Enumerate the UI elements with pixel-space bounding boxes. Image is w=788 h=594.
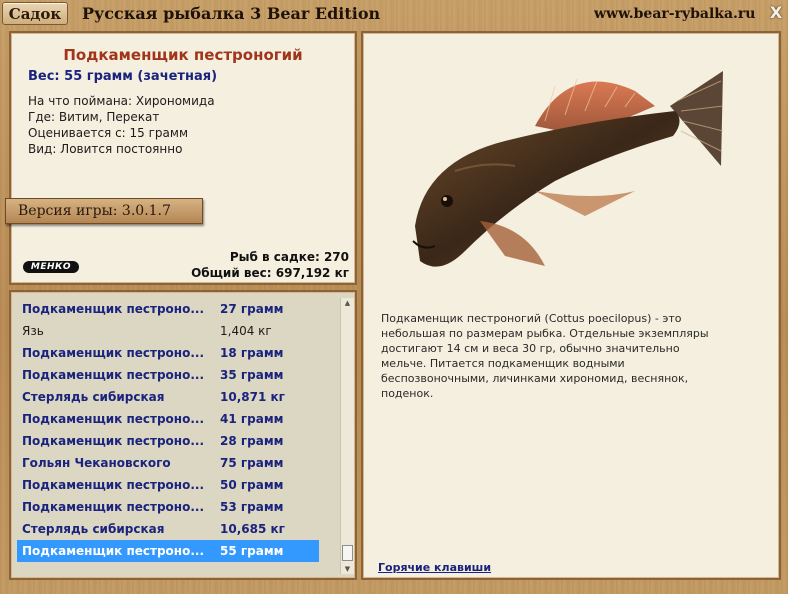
scroll-up-icon[interactable]: ▲	[341, 298, 354, 308]
fish-list-row[interactable]: Подкаменщик пестроно... 50 грамм	[17, 474, 319, 496]
fish-list-row[interactable]: Подкаменщик пестроно... 55 грамм	[17, 540, 319, 562]
hotkeys-link[interactable]: Горячие клавиши	[378, 561, 491, 574]
fish-list-weight: 35 грамм	[220, 368, 284, 382]
fish-list-weight: 1,404 кг	[220, 324, 272, 338]
site-url-link[interactable]: www.bear-rybalka.ru	[594, 6, 755, 22]
fish-list-name: Подкаменщик пестроно...	[22, 544, 204, 558]
fish-list-row[interactable]: Подкаменщик пестроно... 27 грамм	[17, 298, 319, 320]
fish-list-name: Гольян Чекановского	[22, 456, 171, 470]
keepnet-stats: Рыб в садке: 270 Общий вес: 697,192 кг	[191, 249, 349, 281]
fish-list-row[interactable]: Гольян Чекановского 75 грамм	[17, 452, 319, 474]
fish-weight: Вес: 55 грамм (зачетная)	[28, 69, 218, 84]
sadok-button[interactable]: Садок	[2, 2, 68, 25]
fish-list-name: Подкаменщик пестроно...	[22, 368, 204, 382]
fish-image	[412, 71, 724, 267]
fish-list-weight: 75 грамм	[220, 456, 284, 470]
fish-list-weight: 50 грамм	[220, 478, 284, 492]
fish-description: Подкаменщик пестроногий (Cottus poecilop…	[381, 312, 709, 400]
fish-list-weight: 41 грамм	[220, 412, 284, 426]
fish-list-name: Подкаменщик пестроно...	[22, 478, 204, 492]
rated-from-text: Оценивается с: 15 грамм	[28, 126, 188, 140]
list-scrollbar[interactable]: ▲ ▼	[340, 298, 354, 574]
fish-list-row[interactable]: Подкаменщик пестроно... 53 грамм	[17, 496, 319, 518]
fish-list-name: Стерлядь сибирская	[22, 390, 165, 404]
fish-list-row[interactable]: Подкаменщик пестроно... 28 грамм	[17, 430, 319, 452]
fish-list-row[interactable]: Стерлядь сибирская 10,871 кг	[17, 386, 319, 408]
close-icon[interactable]: X	[768, 3, 784, 23]
fish-info-panel: Подкаменщик пестроногий Вес: 55 грамм (з…	[5, 31, 357, 285]
version-label: Версия игры: 3.0.1.7	[18, 203, 171, 219]
menko-logo: МЕНКО	[23, 261, 79, 273]
location-text: Где: Витим, Перекат	[28, 110, 160, 124]
fish-list-weight: 18 грамм	[220, 346, 284, 360]
fish-info-lines: На что поймана: Хирономида Где: Витим, П…	[28, 93, 215, 157]
fish-list-weight: 28 грамм	[220, 434, 284, 448]
version-plate: Версия игры: 3.0.1.7	[5, 198, 203, 224]
fish-list-weight: 55 грамм	[220, 544, 284, 558]
fish-list-name: Подкаменщик пестроно...	[22, 302, 204, 316]
fish-list-row[interactable]: Подкаменщик пестроно... 41 грамм	[17, 408, 319, 430]
fish-list-name: Подкаменщик пестроно...	[22, 500, 204, 514]
fish-list-panel: Подкаменщик пестроно... 27 грамм Язь 1,404 …	[9, 290, 357, 580]
fish-list-name: Стерлядь сибирская	[22, 522, 165, 536]
app-title: Русская рыбалка 3 Bear Edition	[82, 4, 381, 23]
total-weight: Общий вес: 697,192 кг	[191, 266, 349, 280]
fish-list-weight: 10,685 кг	[220, 522, 285, 536]
fish-list-row[interactable]: Стерлядь сибирская 10,685 кг	[17, 518, 319, 540]
fish-list-row[interactable]: Подкаменщик пестроно... 18 грамм	[17, 342, 319, 364]
fish-count: Рыб в садке: 270	[229, 250, 349, 264]
fish-list-name: Подкаменщик пестроно...	[22, 434, 204, 448]
fish-name-heading: Подкаменщик пестроногий	[63, 46, 303, 64]
fish-list-name: Подкаменщик пестроно...	[22, 412, 204, 426]
fish-list-name: Язь	[22, 324, 44, 338]
fish-list-weight: 27 грамм	[220, 302, 284, 316]
fish-list-name: Подкаменщик пестроно...	[22, 346, 204, 360]
title-bar: Садок Русская рыбалка 3 Bear Edition www…	[0, 0, 788, 30]
caught-on-text: На что поймана: Хирономида	[28, 94, 215, 108]
fish-detail-panel: Подкаменщик пестроногий (Cottus poecilop…	[361, 31, 781, 580]
fish-list-row[interactable]: Язь 1,404 кг	[17, 320, 319, 342]
fish-list-weight: 53 грамм	[220, 500, 284, 514]
fish-list-weight: 10,871 кг	[220, 390, 285, 404]
scroll-down-icon[interactable]: ▼	[341, 564, 354, 574]
fish-list: Подкаменщик пестроно... 27 грамм Язь 1,404 …	[17, 298, 319, 562]
catch-type-text: Вид: Ловится постоянно	[28, 142, 183, 156]
scroll-thumb[interactable]	[342, 545, 353, 561]
fish-list-row[interactable]: Подкаменщик пестроно... 35 грамм	[17, 364, 319, 386]
logo-text: МЕНКО	[30, 262, 72, 272]
